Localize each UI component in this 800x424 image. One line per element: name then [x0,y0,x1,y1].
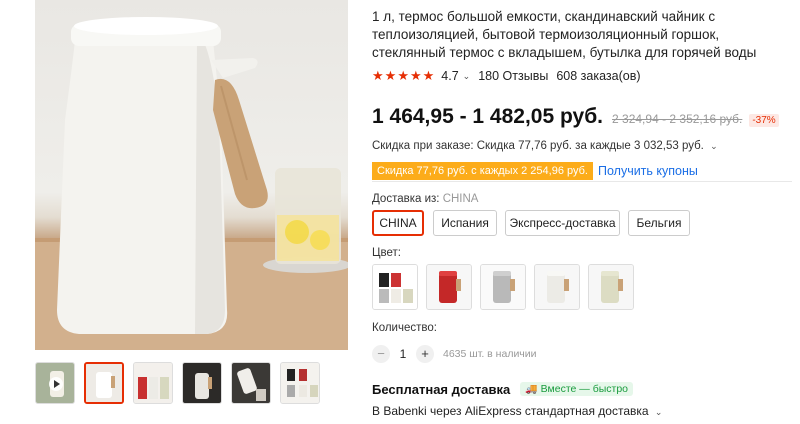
ship-option-belgium[interactable]: Бельгия [628,210,690,236]
rating-row: ★ ★ ★ ★ ★ 4.7 ⌄ 180 Отзывы 608 заказа(ов… [372,67,792,85]
rating-value[interactable]: 4.7 [441,69,458,83]
swatch-white[interactable] [534,264,580,310]
swatch-gray[interactable] [480,264,526,310]
star-icon: ★ [409,68,422,83]
quantity-stepper: − 1 + 4635 шт. в наличии [372,344,537,364]
quantity-plus-button[interactable]: + [416,345,434,363]
thumbnail-pouring[interactable] [231,362,271,404]
discount-badge: -37% [749,114,779,127]
thumbnail-set[interactable] [280,362,320,404]
price-row: 1 464,95 - 1 482,05 руб. 2 324,94 - 2 35… [372,105,792,131]
get-coupons-link[interactable]: Получить купоны [598,164,698,178]
swatch-red[interactable] [426,264,472,310]
old-price: 2 324,94 - 2 352,16 руб. [612,112,743,126]
reviews-link[interactable]: 180 Отзывы [478,69,548,83]
together-badge: 🚚 Вместе — быстро [520,382,634,396]
star-icon: ★ [372,68,384,83]
swatch-beige[interactable] [588,264,634,310]
star-icon: ★ [422,68,435,83]
thermos-illustration [35,17,348,350]
stock-count: 4635 шт. в наличии [443,348,537,360]
order-discount-text: Скидка при заказе: Скидка 77,76 руб. за … [372,140,704,152]
ship-from-label: Доставка из: CHINA [372,193,478,205]
star-icon: ★ [384,68,397,83]
product-title: 1 л, термос большой емкости, скандинавск… [372,9,757,60]
swatch-set[interactable] [372,264,418,310]
order-discount[interactable]: Скидка при заказе: Скидка 77,76 руб. за … [372,140,792,156]
main-product-image[interactable] [35,0,348,350]
free-shipping-title: Бесплатная доставка [372,381,511,397]
thumbnail-white-thermos[interactable] [84,362,124,404]
star-icon: ★ [397,68,409,83]
divider [372,181,792,182]
quantity-minus-button[interactable]: − [372,345,390,363]
ship-from-value: CHINA [442,193,479,205]
price: 1 464,95 - 1 482,05 руб. [372,105,604,128]
coupon-badge: Скидка 77,76 руб. с каждых 2 254,96 руб. [372,162,593,180]
quantity-value[interactable]: 1 [390,347,416,361]
thumbnail-dark[interactable] [182,362,222,404]
chevron-down-icon[interactable]: ⌄ [463,71,471,82]
ship-option-china[interactable]: CHINA [372,210,424,236]
together-badge-text: Вместе — быстро [540,383,629,395]
product-info: 1 л, термос большой емкости, скандинавск… [372,8,792,180]
ship-option-express[interactable]: Экспресс-доставка [505,210,620,236]
ship-from-label-text: Доставка из: [372,193,440,205]
ship-option-spain[interactable]: Испания [433,210,497,236]
quantity-label: Количество: [372,322,437,334]
chevron-down-icon: ⌄ [654,407,663,417]
color-label: Цвет: [372,247,401,259]
thumbnail-video[interactable] [35,362,75,404]
rating-stars: ★ ★ ★ ★ ★ [372,68,435,84]
orders-count: 608 заказа(ов) [556,69,641,83]
shipping-method-text: В Babenki через AliExpress стандартная д… [372,404,649,418]
free-shipping-row: Бесплатная доставка 🚚 Вместе — быстро [372,380,634,398]
shipping-method[interactable]: В Babenki через AliExpress стандартная д… [372,404,670,418]
truck-icon: 🚚 [525,383,538,395]
coupon-row: Скидка 77,76 руб. с каждых 2 254,96 руб.… [372,162,792,180]
thumbnail-colors[interactable] [133,362,173,404]
chevron-down-icon: ⌄ [710,141,718,151]
